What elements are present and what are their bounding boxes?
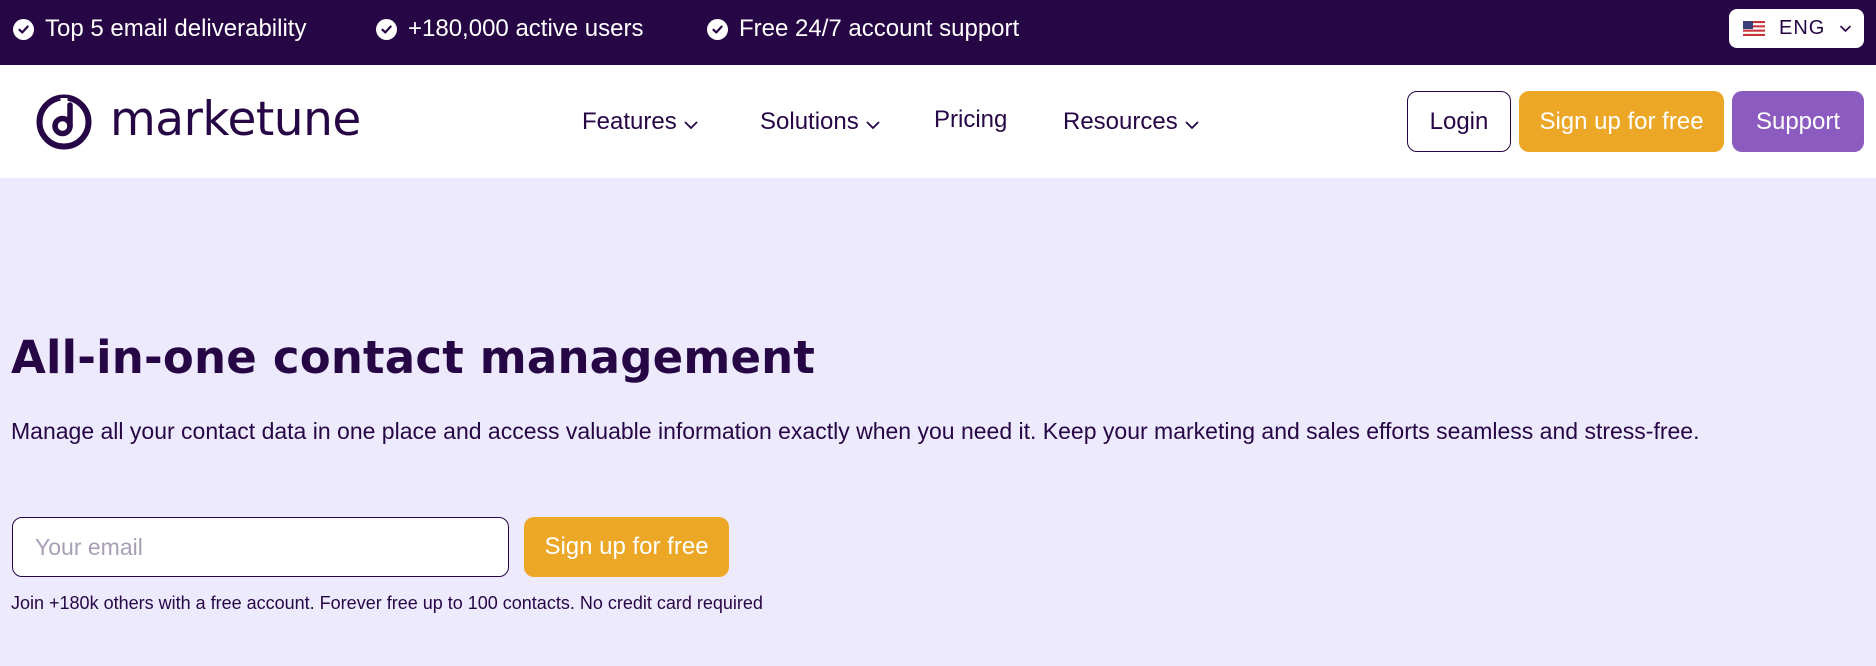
- language-selector[interactable]: ENG: [1729, 9, 1864, 48]
- perk-label: +180,000 active users: [408, 15, 644, 42]
- main-header: marketune Features Solutions Pricing Res…: [0, 65, 1876, 178]
- logo-wordmark[interactable]: marketune: [110, 92, 361, 148]
- chevron-down-icon: [866, 121, 880, 129]
- nav-solutions[interactable]: Solutions: [760, 108, 880, 136]
- support-button[interactable]: Support: [1732, 91, 1864, 152]
- top-announcement-bar: Top 5 email deliverability +180,000 acti…: [0, 0, 1876, 65]
- login-button[interactable]: Login: [1407, 91, 1511, 152]
- us-flag-icon: [1743, 21, 1765, 36]
- nav-label: Resources: [1063, 108, 1178, 135]
- nav-label: Pricing: [934, 106, 1008, 133]
- nav-label: Features: [582, 108, 677, 135]
- check-circle-icon: [13, 18, 34, 40]
- hero-title: All-in-one contact management: [11, 331, 816, 384]
- chevron-down-icon: [1840, 25, 1851, 33]
- chevron-down-icon: [1185, 121, 1199, 129]
- nav-resources[interactable]: Resources: [1063, 108, 1199, 136]
- perk-support: Free 24/7 account support: [707, 14, 1019, 44]
- perk-active-users: +180,000 active users: [376, 14, 644, 44]
- hero-signup-button[interactable]: Sign up for free: [524, 517, 729, 577]
- check-circle-icon: [707, 18, 728, 40]
- nav-label: Solutions: [760, 108, 859, 135]
- language-label: ENG: [1779, 17, 1826, 39]
- nav-features[interactable]: Features: [582, 108, 698, 136]
- marketune-logo-icon[interactable]: [35, 93, 93, 151]
- signup-button[interactable]: Sign up for free: [1519, 91, 1724, 152]
- chevron-down-icon: [684, 121, 698, 129]
- perk-deliverability: Top 5 email deliverability: [13, 14, 306, 44]
- nav-pricing[interactable]: Pricing: [934, 106, 1007, 134]
- email-input[interactable]: [12, 517, 509, 577]
- perk-label: Top 5 email deliverability: [45, 15, 307, 42]
- check-circle-icon: [376, 18, 397, 40]
- signup-fineprint: Join +180k others with a free account. F…: [11, 593, 763, 613]
- hero-subtitle: Manage all your contact data in one plac…: [11, 418, 1700, 444]
- perk-label: Free 24/7 account support: [739, 15, 1020, 42]
